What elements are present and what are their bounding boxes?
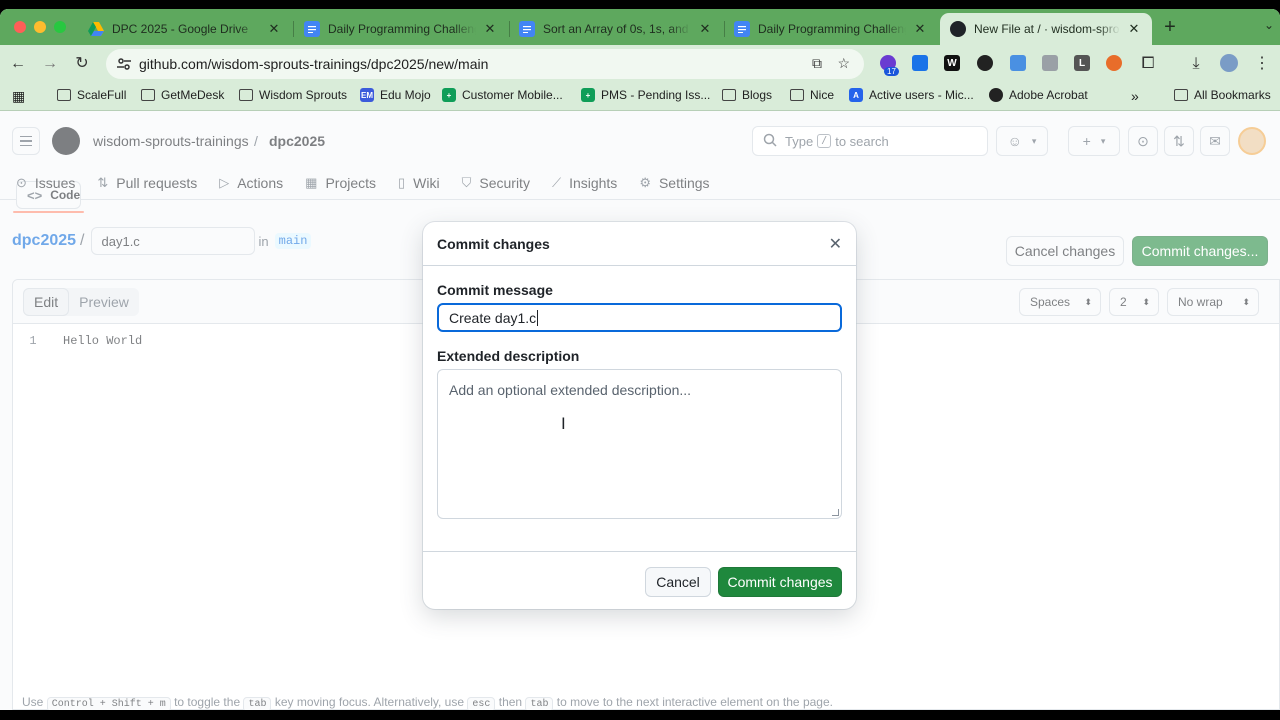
extended-description-label: Extended description bbox=[437, 348, 580, 364]
commit-message-label: Commit message bbox=[437, 282, 553, 298]
all-bookmarks-folder[interactable]: All Bookmarks bbox=[1174, 88, 1271, 102]
tab-title: DPC 2025 - Google Drive bbox=[112, 22, 249, 36]
more-menu-icon[interactable]: ⋮ bbox=[1252, 54, 1272, 74]
close-window-button[interactable] bbox=[14, 21, 26, 33]
window-controls bbox=[14, 21, 66, 33]
profile-avatar[interactable] bbox=[1220, 54, 1238, 72]
extended-description-textarea[interactable]: Add an optional extended description... bbox=[437, 369, 842, 519]
extension-icon[interactable] bbox=[1106, 55, 1122, 71]
commit-message-input[interactable]: Create day1.c bbox=[437, 303, 842, 332]
extension-icon[interactable] bbox=[912, 55, 928, 71]
minimize-window-button[interactable] bbox=[34, 21, 46, 33]
dialog-header: Commit changes ✕ bbox=[423, 222, 856, 266]
acrobat-icon bbox=[989, 88, 1003, 102]
folder-icon bbox=[1174, 89, 1188, 101]
folder-icon bbox=[790, 89, 804, 101]
text-caret bbox=[537, 309, 539, 326]
bookmark-folder[interactable]: Wisdom Sprouts bbox=[239, 88, 347, 102]
dialog-footer-divider bbox=[423, 551, 856, 552]
browser-tab[interactable]: Sort an Array of 0s, 1s, and 2s ✕ bbox=[509, 13, 723, 45]
resize-handle-icon[interactable] bbox=[832, 509, 839, 516]
tab-title: Daily Programming Challenge bbox=[328, 22, 476, 36]
reload-icon[interactable]: ↻ bbox=[72, 54, 92, 74]
extension-icon[interactable] bbox=[1010, 55, 1026, 71]
edumojo-icon: EM bbox=[360, 88, 374, 102]
google-docs-icon bbox=[734, 21, 750, 37]
url-text: github.com/wisdom-sprouts-trainings/dpc2… bbox=[139, 56, 489, 72]
bookmark-folder[interactable]: Blogs bbox=[722, 88, 772, 102]
close-icon[interactable]: ✕ bbox=[829, 234, 842, 254]
tab-title: Sort an Array of 0s, 1s, and 2s bbox=[543, 22, 691, 36]
google-docs-icon bbox=[519, 21, 535, 37]
folder-icon bbox=[722, 89, 736, 101]
commit-changes-dialog-button[interactable]: Commit changes bbox=[718, 567, 842, 597]
extension-icon[interactable] bbox=[977, 55, 993, 71]
puzzle-icon[interactable]: ⧠ bbox=[1138, 54, 1158, 74]
address-bar[interactable]: github.com/wisdom-sprouts-trainings/dpc2… bbox=[106, 49, 864, 79]
install-app-icon[interactable]: ⧉ bbox=[812, 55, 822, 72]
bookmark-link[interactable]: + Customer Mobile... bbox=[442, 88, 563, 102]
google-sheets-icon: + bbox=[581, 88, 595, 102]
dialog-title: Commit changes bbox=[437, 236, 550, 252]
bookmark-link[interactable]: EM Edu Mojo bbox=[360, 88, 431, 102]
bookmark-star-icon[interactable]: ☆ bbox=[837, 55, 850, 72]
close-icon[interactable]: ✕ bbox=[912, 21, 928, 37]
browser-tab-active[interactable]: New File at / · wisdom-sprouts ✕ bbox=[940, 13, 1152, 45]
extension-icon[interactable]: W bbox=[944, 55, 960, 71]
site-settings-icon[interactable] bbox=[116, 56, 132, 75]
folder-icon bbox=[141, 89, 155, 101]
bookmark-link[interactable]: + PMS - Pending Iss... bbox=[581, 88, 710, 102]
close-icon[interactable]: ✕ bbox=[266, 21, 282, 37]
bookmark-link[interactable]: A Active users - Mic... bbox=[849, 88, 974, 102]
text-cursor-icon: I bbox=[561, 414, 566, 433]
bookmark-folder[interactable]: ScaleFull bbox=[57, 88, 126, 102]
bookmark-folder[interactable]: GetMeDesk bbox=[141, 88, 224, 102]
apps-grid-icon[interactable]: ▦ bbox=[12, 88, 25, 105]
cancel-button[interactable]: Cancel bbox=[645, 567, 711, 597]
bookmark-link[interactable]: Adobe Acrobat bbox=[989, 88, 1088, 102]
chevron-down-icon[interactable]: ⌄ bbox=[1264, 18, 1274, 32]
tab-strip: DPC 2025 - Google Drive ✕ Daily Programm… bbox=[0, 9, 1280, 45]
commit-dialog: Commit changes ✕ Commit message Create d… bbox=[423, 222, 856, 609]
google-sheets-icon: + bbox=[442, 88, 456, 102]
azure-icon: A bbox=[849, 88, 863, 102]
close-icon[interactable]: ✕ bbox=[482, 21, 498, 37]
google-docs-icon bbox=[304, 21, 320, 37]
bookmark-folder[interactable]: Nice bbox=[790, 88, 834, 102]
tab-title: New File at / · wisdom-sprouts bbox=[974, 22, 1120, 36]
google-drive-icon bbox=[88, 21, 104, 37]
extension-badge: 17 bbox=[884, 67, 899, 76]
browser-toolbar: ← → ↻ github.com/wisdom-sprouts-training… bbox=[0, 45, 1280, 83]
folder-icon bbox=[57, 89, 71, 101]
new-tab-icon[interactable]: + bbox=[1160, 17, 1180, 37]
browser-tab[interactable]: DPC 2025 - Google Drive ✕ bbox=[78, 13, 292, 45]
folder-icon bbox=[239, 89, 253, 101]
github-icon bbox=[950, 21, 966, 37]
close-icon[interactable]: ✕ bbox=[1126, 21, 1142, 37]
tab-title: Daily Programming Challenge bbox=[758, 22, 906, 36]
more-bookmarks-icon[interactable]: » bbox=[1131, 88, 1139, 104]
close-icon[interactable]: ✕ bbox=[697, 21, 713, 37]
camera-icon[interactable] bbox=[1042, 55, 1058, 71]
bookmarks-bar: ▦ ScaleFull GetMeDesk Wisdom Sprouts EM E… bbox=[0, 83, 1280, 111]
download-icon[interactable]: ⤓ bbox=[1186, 54, 1206, 74]
forward-arrow-icon[interactable]: → bbox=[40, 54, 60, 74]
browser-tab[interactable]: Daily Programming Challenge ✕ bbox=[294, 13, 508, 45]
extension-icon[interactable]: L bbox=[1074, 55, 1090, 71]
maximize-window-button[interactable] bbox=[54, 21, 66, 33]
browser-tab[interactable]: Daily Programming Challenge ✕ bbox=[724, 13, 938, 45]
back-arrow-icon[interactable]: ← bbox=[8, 54, 28, 74]
